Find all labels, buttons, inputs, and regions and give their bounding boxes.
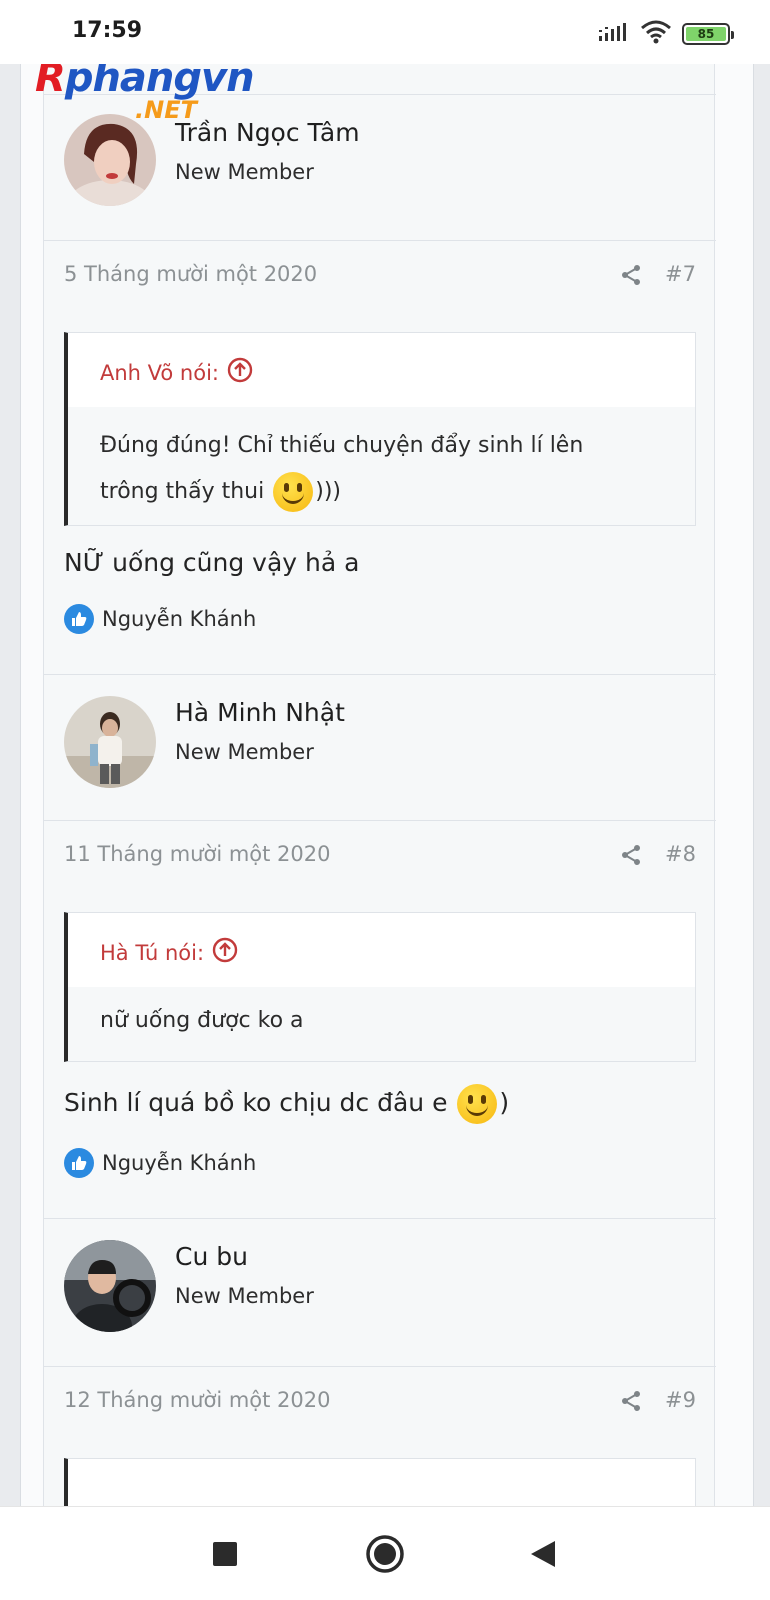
reaction-bar[interactable]: Nguyễn Khánh (64, 604, 256, 634)
quote-text: ))) (315, 479, 341, 504)
post-meta: 12 Tháng mười một 2020 #9 (64, 1388, 696, 1418)
site-logo[interactable]: Rphangvn .NET (35, 64, 275, 138)
post-user-block: Hà Minh Nhật New Member (44, 674, 716, 820)
logo-wordmark: Rphangvn (35, 64, 255, 101)
reaction-bar[interactable]: Nguyễn Khánh (64, 1148, 256, 1178)
username[interactable]: Hà Minh Nhật (175, 698, 345, 727)
smiley-emoji-icon (273, 472, 314, 512)
quote-text: nữ uống được ko a (100, 1008, 304, 1033)
battery-icon: 85 (682, 23, 734, 45)
avatar[interactable] (64, 1240, 156, 1332)
thread-container: Trần Ngọc Tâm New Member 5 Tháng mười mộ… (20, 64, 754, 1506)
quote-header: Hà Tú nói: (68, 913, 695, 987)
quote-header: Anh Võ nói: (68, 333, 695, 407)
user-title: New Member (175, 1284, 314, 1308)
quote-header (68, 1459, 695, 1506)
signal-icon (598, 21, 630, 47)
username[interactable]: Cu bu (175, 1242, 248, 1271)
smiley-emoji-icon (457, 1084, 498, 1124)
post-meta: 11 Tháng mười một 2020 #8 (64, 842, 696, 872)
post-date[interactable]: 5 Tháng mười một 2020 (64, 262, 317, 286)
user-title: New Member (175, 160, 314, 184)
share-icon[interactable] (620, 264, 642, 286)
post-message: Sinh lí quá bồ ko chịu dc đâu e ) (64, 1084, 509, 1124)
android-nav-bar (0, 1506, 770, 1600)
logo-suffix: .NET (135, 96, 197, 124)
user-title: New Member (175, 740, 314, 764)
divider (44, 240, 716, 241)
quote-body: Đúng đúng! Chỉ thiếu chuyện đẩy sinh lí … (68, 407, 695, 535)
share-icon[interactable] (620, 844, 642, 866)
share-icon[interactable] (620, 1390, 642, 1412)
status-bar: 17:59 85 (0, 0, 770, 64)
post-number[interactable]: #7 (665, 262, 696, 286)
message-text: Sinh lí quá bồ ko chịu dc đâu e (64, 1088, 448, 1117)
divider (44, 820, 716, 821)
quote-block: Hà Tú nói: nữ uống được ko a (64, 912, 696, 1062)
post-date[interactable]: 11 Tháng mười một 2020 (64, 842, 331, 866)
quote-author-link[interactable]: Anh Võ nói: (100, 357, 253, 388)
triangle-back-icon[interactable] (520, 1531, 566, 1577)
post-column: Trần Ngọc Tâm New Member 5 Tháng mười mộ… (43, 64, 716, 1506)
wifi-icon (640, 20, 672, 48)
thumbs-up-icon (64, 1148, 94, 1178)
quote-text: Đúng đúng! Chỉ thiếu chuyện đẩy sinh lí … (100, 433, 584, 458)
reaction-user[interactable]: Nguyễn Khánh (102, 1151, 256, 1175)
quote-body: nữ uống được ko a (68, 987, 695, 1061)
arrow-circle-up-icon (212, 937, 238, 968)
avatar[interactable] (64, 696, 156, 788)
post-date[interactable]: 12 Tháng mười một 2020 (64, 1388, 331, 1412)
status-icons: 85 (598, 20, 734, 48)
post-message: NỮ uống cũng vậy hả a (64, 548, 360, 577)
quote-author-link[interactable]: Hà Tú nói: (100, 937, 238, 968)
forum-page: Trần Ngọc Tâm New Member 5 Tháng mười mộ… (0, 64, 770, 1506)
quote-author: Anh Võ nói: (100, 360, 219, 385)
divider (44, 1366, 716, 1367)
arrow-circle-up-icon (227, 357, 253, 388)
quote-block (64, 1458, 696, 1506)
battery-level: 85 (686, 27, 726, 41)
post-meta: 5 Tháng mười một 2020 #7 (64, 262, 696, 292)
clock: 17:59 (72, 18, 143, 43)
reaction-user[interactable]: Nguyễn Khánh (102, 607, 256, 631)
circle-icon[interactable] (362, 1531, 408, 1577)
square-icon[interactable] (202, 1531, 248, 1577)
quote-block: Anh Võ nói: Đúng đúng! Chỉ thiếu chuyện … (64, 332, 696, 526)
message-text: ) (499, 1088, 510, 1117)
quote-text-line: trông thấy thui ))) (100, 469, 663, 515)
thumbs-up-icon (64, 604, 94, 634)
post-number[interactable]: #8 (665, 842, 696, 866)
quote-text: trông thấy thui (100, 479, 265, 504)
quote-author: Hà Tú nói: (100, 940, 205, 965)
post-number[interactable]: #9 (665, 1388, 696, 1412)
post-user-block: Cu bu New Member (44, 1218, 716, 1366)
